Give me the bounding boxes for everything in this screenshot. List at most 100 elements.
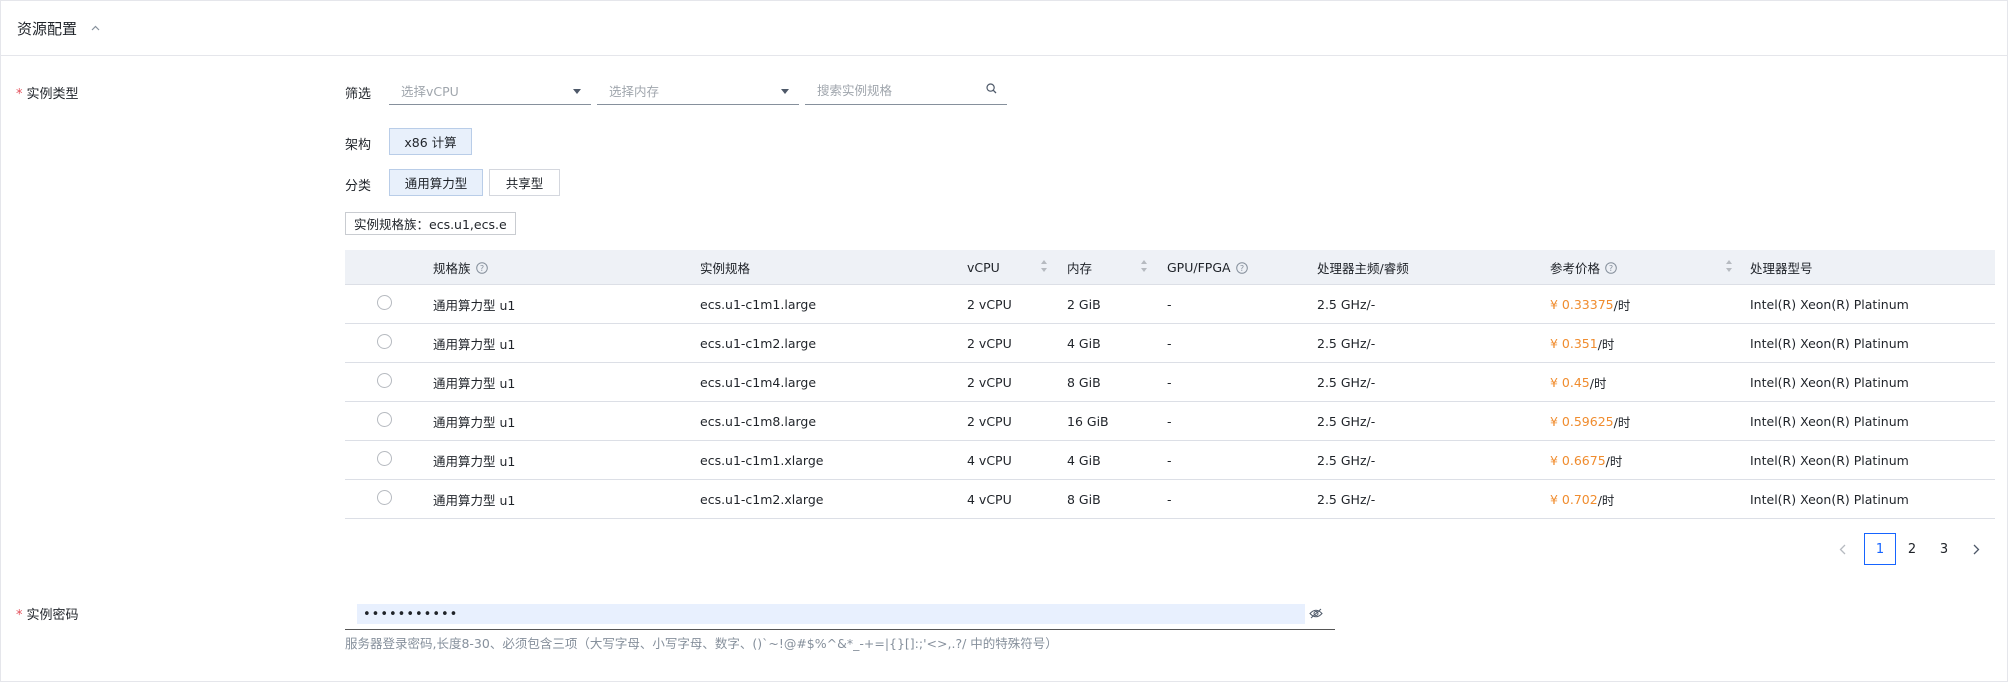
cell-family: 通用算力型 u1 — [433, 337, 516, 352]
sort-icon[interactable] — [1140, 259, 1148, 273]
header-spec: 实例规格 — [700, 261, 751, 276]
cell-price: ¥ 0.351/时 — [1550, 324, 1614, 363]
price-value: ¥ 0.59625 — [1550, 414, 1614, 429]
filter-label: 筛选 — [345, 87, 372, 102]
cell-freq: 2.5 GHz/- — [1317, 297, 1376, 312]
memory-select[interactable]: 选择内存 — [597, 77, 799, 105]
row-radio[interactable] — [377, 295, 392, 310]
password-hint: 服务器登录密码,长度8-30、必须包含三项（大写字母、小写字母、数字、()`~!… — [345, 636, 1058, 651]
cell-family: 通用算力型 u1 — [433, 493, 516, 508]
arch-label: 架构 — [345, 138, 372, 153]
svg-text:?: ? — [1609, 264, 1613, 273]
cell-vcpu: 2 vCPU — [967, 297, 1012, 312]
cell-price: ¥ 0.6675/时 — [1550, 441, 1622, 480]
table-row[interactable]: 通用算力型 u1 ecs.u1-c1m4.large 2 vCPU 8 GiB … — [345, 363, 1995, 402]
cell-family: 通用算力型 u1 — [433, 454, 516, 469]
price-unit: /时 — [1613, 298, 1631, 313]
chevron-up-icon[interactable] — [91, 25, 100, 31]
header-price: 参考价格 ? — [1550, 250, 1617, 285]
memory-select-placeholder: 选择内存 — [609, 84, 660, 99]
row-radio[interactable] — [377, 490, 392, 505]
cell-memory: 4 GiB — [1067, 453, 1101, 468]
spec-search[interactable] — [805, 77, 1007, 105]
search-icon[interactable] — [986, 83, 997, 98]
row-radio[interactable] — [377, 334, 392, 349]
table-row[interactable]: 通用算力型 u1 ecs.u1-c1m2.large 2 vCPU 4 GiB … — [345, 324, 1995, 363]
cell-vcpu: 2 vCPU — [967, 414, 1012, 429]
instance-spec-table: 规格族 ? 实例规格 vCPU 内存 GPU/FPGA ? 处理器主频/睿频 参… — [345, 250, 1995, 519]
sort-icon[interactable] — [1725, 259, 1733, 273]
instance-type-label-text: 实例类型 — [26, 87, 79, 102]
cell-cpu-model: Intel(R) Xeon(R) Platinum — [1750, 336, 1909, 351]
cell-vcpu: 4 vCPU — [967, 453, 1012, 468]
page-2[interactable]: 2 — [1896, 533, 1928, 565]
chevron-left-icon[interactable] — [1826, 533, 1858, 565]
cell-gpu: - — [1167, 297, 1172, 312]
cell-price: ¥ 0.33375/时 — [1550, 285, 1630, 324]
price-unit: /时 — [1597, 337, 1615, 352]
cell-memory: 8 GiB — [1067, 375, 1101, 390]
cell-price: ¥ 0.702/时 — [1550, 480, 1614, 519]
password-label: * 实例密码 — [16, 604, 79, 623]
section-title: 资源配置 — [17, 19, 78, 38]
cell-memory: 8 GiB — [1067, 492, 1101, 507]
cell-cpu-model: Intel(R) Xeon(R) Platinum — [1750, 453, 1909, 468]
sort-icon[interactable] — [1040, 259, 1048, 273]
cell-spec: ecs.u1-c1m8.large — [700, 414, 817, 429]
help-icon[interactable]: ? — [475, 261, 488, 274]
svg-text:?: ? — [479, 264, 483, 273]
category-option-shared[interactable]: 共享型 — [489, 169, 560, 196]
chevron-right-icon[interactable] — [1960, 533, 1992, 565]
header-gpu: GPU/FPGA ? — [1167, 250, 1248, 285]
vcpu-select[interactable]: 选择vCPU — [389, 77, 591, 105]
table-row[interactable]: 通用算力型 u1 ecs.u1-c1m2.xlarge 4 vCPU 8 GiB… — [345, 480, 1995, 519]
price-unit: /时 — [1613, 415, 1631, 430]
cell-price: ¥ 0.59625/时 — [1550, 402, 1630, 441]
header-vcpu: vCPU — [967, 260, 1000, 275]
header-gpu-label: GPU/FPGA — [1167, 260, 1231, 275]
spec-search-input[interactable] — [817, 83, 967, 98]
cell-cpu-model: Intel(R) Xeon(R) Platinum — [1750, 492, 1909, 507]
help-icon[interactable]: ? — [1235, 261, 1248, 274]
price-value: ¥ 0.33375 — [1550, 297, 1614, 312]
row-radio[interactable] — [377, 373, 392, 388]
price-value: ¥ 0.6675 — [1550, 453, 1606, 468]
cell-gpu: - — [1167, 492, 1172, 507]
arch-option-x86[interactable]: x86 计算 — [389, 128, 472, 155]
cell-spec: ecs.u1-c1m2.xlarge — [700, 492, 824, 507]
row-radio[interactable] — [377, 451, 392, 466]
cell-cpu-model: Intel(R) Xeon(R) Platinum — [1750, 375, 1909, 390]
table-row[interactable]: 通用算力型 u1 ecs.u1-c1m8.large 2 vCPU 16 GiB… — [345, 402, 1995, 441]
header-freq: 处理器主频/睿频 — [1317, 261, 1409, 276]
table-row[interactable]: 通用算力型 u1 ecs.u1-c1m1.xlarge 4 vCPU 4 GiB… — [345, 441, 1995, 480]
cell-freq: 2.5 GHz/- — [1317, 375, 1376, 390]
page-3[interactable]: 3 — [1928, 533, 1960, 565]
price-unit: /时 — [1597, 493, 1615, 508]
table-row[interactable]: 通用算力型 u1 ecs.u1-c1m1.large 2 vCPU 2 GiB … — [345, 285, 1995, 324]
cell-family: 通用算力型 u1 — [433, 298, 516, 313]
cell-vcpu: 2 vCPU — [967, 375, 1012, 390]
section-header[interactable]: 资源配置 — [1, 1, 2007, 56]
cell-memory: 16 GiB — [1067, 414, 1109, 429]
cell-freq: 2.5 GHz/- — [1317, 453, 1376, 468]
table-header: 规格族 ? 实例规格 vCPU 内存 GPU/FPGA ? 处理器主频/睿频 参… — [345, 250, 1995, 285]
vcpu-select-placeholder: 选择vCPU — [401, 84, 459, 99]
cell-freq: 2.5 GHz/- — [1317, 492, 1376, 507]
instance-type-label: * 实例类型 — [16, 83, 79, 102]
cell-gpu: - — [1167, 336, 1172, 351]
cell-spec: ecs.u1-c1m1.xlarge — [700, 453, 824, 468]
category-label: 分类 — [345, 179, 372, 194]
cell-gpu: - — [1167, 375, 1172, 390]
category-option-general[interactable]: 通用算力型 — [389, 169, 483, 196]
page-1[interactable]: 1 — [1864, 533, 1896, 565]
cell-price: ¥ 0.45/时 — [1550, 363, 1606, 402]
password-field[interactable]: ••••••••••• — [345, 600, 1335, 630]
cell-family: 通用算力型 u1 — [433, 415, 516, 430]
header-cpu-model: 处理器型号 — [1750, 261, 1813, 276]
cell-memory: 4 GiB — [1067, 336, 1101, 351]
family-filter-tag[interactable]: 实例规格族：ecs.u1,ecs.e — [345, 212, 516, 235]
password-input[interactable]: ••••••••••• — [357, 604, 1305, 624]
row-radio[interactable] — [377, 412, 392, 427]
help-icon[interactable]: ? — [1605, 261, 1617, 274]
eye-off-icon[interactable] — [1309, 608, 1323, 623]
